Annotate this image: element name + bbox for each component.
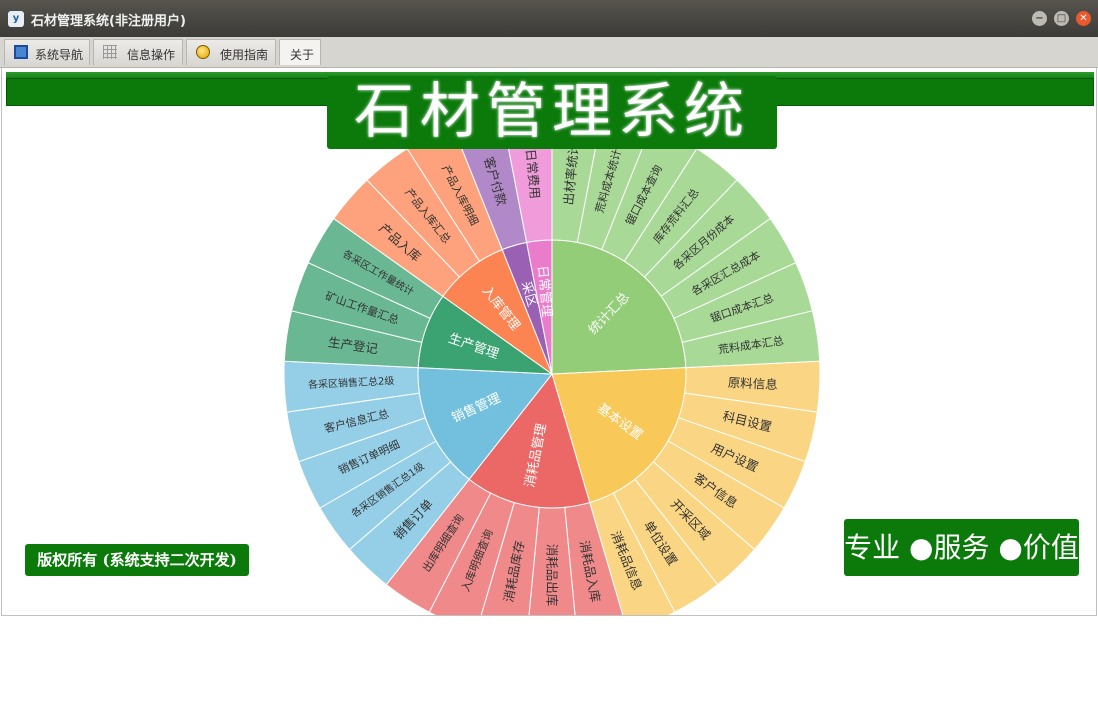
slogan-label: 专业 ●服务 ●价值 [844,519,1079,576]
monitor-icon [14,45,28,59]
tab-label: 使用指南 [220,48,269,62]
tab-about[interactable]: 关于 [279,39,321,65]
app-logo-icon: y [8,11,24,27]
tab-system-nav[interactable]: 系统导航 [4,39,90,65]
tab-info-ops[interactable]: 信息操作 [93,39,183,65]
tab-user-guide[interactable]: 使用指南 [186,39,276,65]
sunburst-function-label: 原料信息 [727,375,778,392]
about-panel: 出材率统计 荒料成本统计 锯口成本查询 库存荒料汇总 各采区月份成本 各采区汇总成本 锯口成… [1,68,1097,616]
sunburst-function-label: 消耗品出库 [545,544,560,607]
tab-label: 系统导航 [35,48,84,62]
minimize-button[interactable]: − [1032,11,1047,26]
title-bar: y 石材管理系统(非注册用户) − □ ✕ [0,0,1098,37]
maximize-button[interactable]: □ [1054,11,1069,26]
close-button[interactable]: ✕ [1076,11,1091,26]
grid-icon [103,45,117,59]
globe-icon [196,45,210,59]
copyright-label: 版权所有 (系统支持二次开发) [25,544,249,576]
tab-bar: 系统导航 信息操作 使用指南 关于 [0,37,1098,68]
system-title-banner: 石材管理系统 [327,76,777,149]
tab-label: 关于 [290,48,315,62]
window-title: 石材管理系统(非注册用户) [31,14,186,29]
tab-label: 信息操作 [127,48,176,62]
